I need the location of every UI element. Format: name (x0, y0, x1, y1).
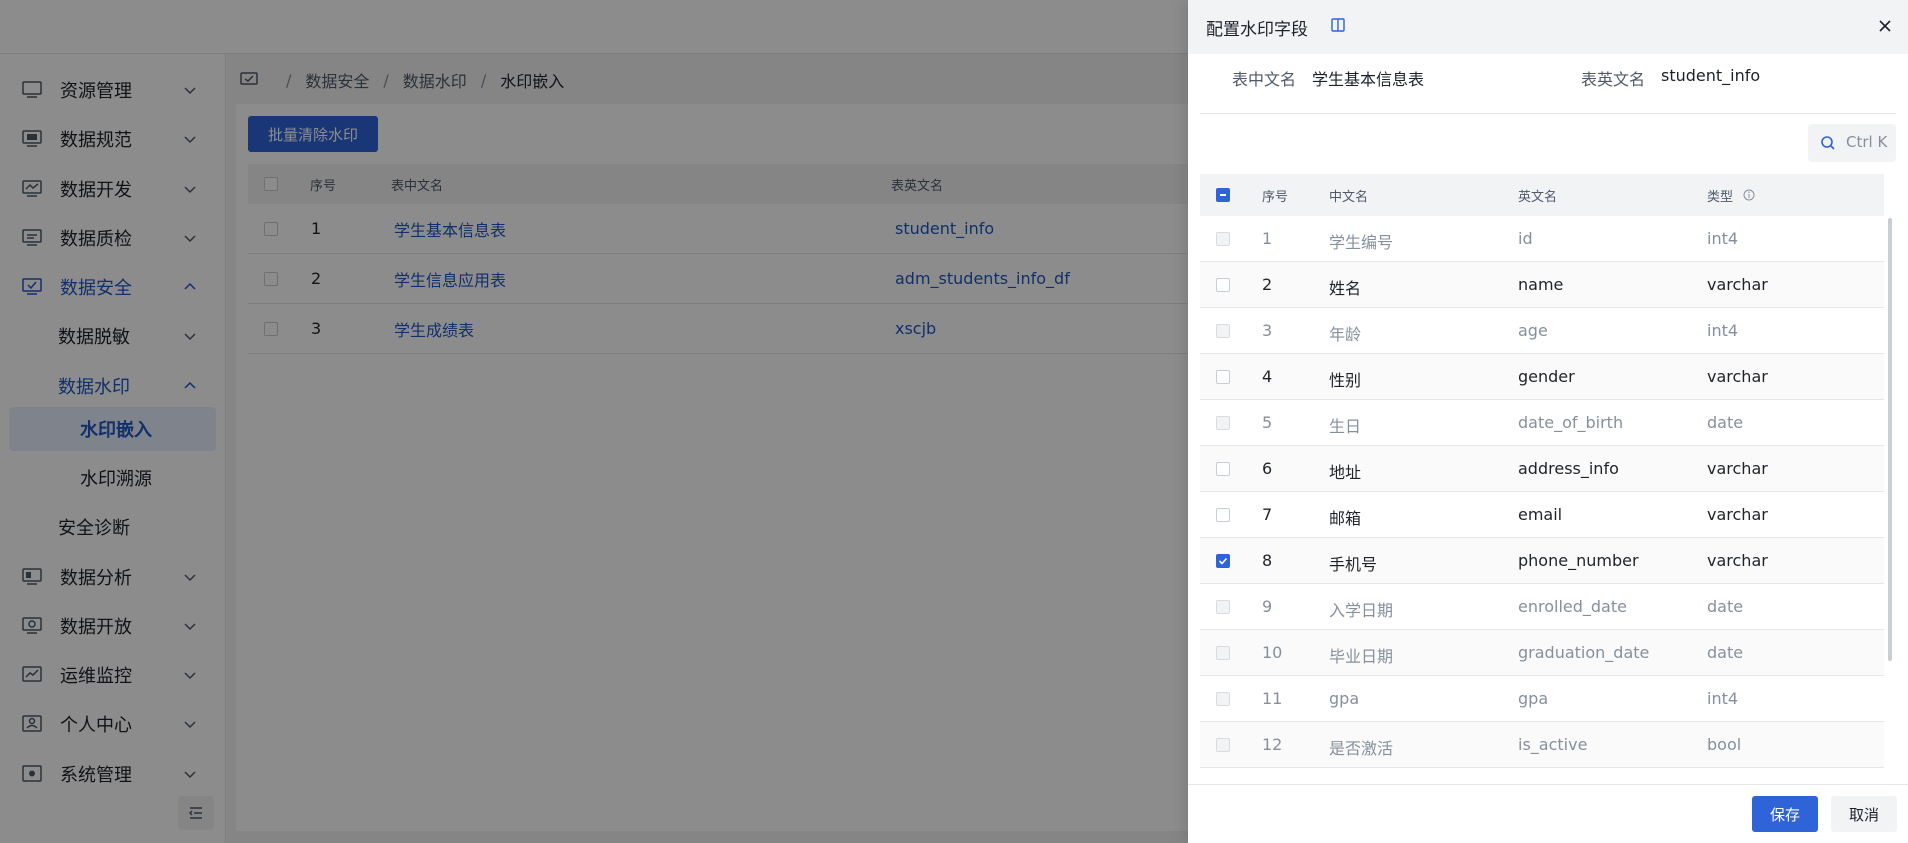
row-checkbox (1216, 646, 1230, 660)
field-en-name: address_info (1518, 459, 1619, 478)
field-cn-name: 姓名 (1329, 279, 1362, 298)
row-checkbox (1216, 232, 1230, 246)
row-checkbox (1216, 738, 1230, 752)
row-index: 11 (1262, 689, 1283, 708)
field-cn-name: 年龄 (1329, 325, 1362, 344)
row-index: 5 (1262, 413, 1273, 432)
table-row[interactable]: 2 姓名 name varchar (1200, 262, 1884, 308)
search-input[interactable]: Ctrl K (1808, 124, 1896, 162)
field-type: varchar (1707, 459, 1768, 478)
field-en-name: gpa (1518, 689, 1549, 708)
row-index: 3 (1262, 321, 1273, 340)
field-type: int4 (1707, 689, 1739, 708)
field-type: varchar (1707, 505, 1768, 524)
table-row[interactable]: 7 邮箱 email varchar (1200, 492, 1884, 538)
column-header: 中文名 (1329, 190, 1369, 205)
fields-table: 序号 中文名 英文名 类型 1 学生编号 id int4 2 姓名 name varchar 3… (1200, 174, 1884, 770)
config-watermark-fields-drawer: 配置水印字段 表中文名 学生基本信息表 表英文名 student_info Ct… (1188, 0, 1908, 843)
table-row[interactable]: 6 地址 address_info varchar (1200, 446, 1884, 492)
table-cn-label: 表中文名 (1232, 70, 1297, 89)
field-type: varchar (1707, 275, 1768, 294)
table-row: 1 学生编号 id int4 (1200, 216, 1884, 262)
field-type: varchar (1707, 367, 1768, 386)
table-cn-value: 学生基本信息表 (1312, 70, 1425, 89)
drawer-header: 配置水印字段 (1188, 0, 1908, 54)
row-index: 7 (1262, 505, 1273, 524)
field-type: int4 (1707, 321, 1739, 340)
field-en-name: graduation_date (1518, 643, 1650, 662)
table-header: 序号 中文名 英文名 类型 (1200, 174, 1884, 216)
table-row: 3 年龄 age int4 (1200, 308, 1884, 354)
field-en-name: gender (1518, 367, 1575, 386)
modal-overlay[interactable] (0, 0, 1188, 843)
scrollbar[interactable] (1888, 218, 1892, 661)
row-checkbox[interactable] (1216, 370, 1230, 384)
row-index: 10 (1262, 643, 1283, 662)
field-cn-name: 生日 (1329, 417, 1362, 436)
row-index: 2 (1262, 275, 1273, 294)
cancel-button[interactable]: 取消 (1831, 796, 1897, 832)
row-index: 8 (1262, 551, 1273, 570)
table-row: 12 是否激活 is_active bool (1200, 722, 1884, 768)
row-checkbox[interactable] (1216, 508, 1230, 522)
drawer-title: 配置水印字段 (1206, 20, 1308, 40)
field-cn-name: 地址 (1329, 463, 1362, 482)
table-row: 5 生日 date_of_birth date (1200, 400, 1884, 446)
table-en-value: student_info (1661, 66, 1761, 85)
field-type: date (1707, 597, 1744, 616)
row-index: 12 (1262, 735, 1283, 754)
column-header: 序号 (1262, 190, 1289, 205)
field-cn-name: 手机号 (1329, 555, 1378, 574)
divider (1200, 113, 1896, 114)
field-cn-name: 性别 (1329, 371, 1362, 390)
field-type: date (1707, 413, 1744, 432)
footer-divider (1188, 784, 1908, 785)
check-icon (1218, 557, 1228, 565)
field-cn-name: gpa (1329, 689, 1360, 708)
field-cn-name: 是否激活 (1329, 739, 1394, 758)
field-en-name: date_of_birth (1518, 413, 1624, 432)
search-icon (1821, 136, 1835, 150)
row-index: 1 (1262, 229, 1273, 248)
field-type: bool (1707, 735, 1742, 754)
field-en-name: enrolled_date (1518, 597, 1627, 616)
info-icon[interactable] (1743, 189, 1755, 201)
field-en-name: id (1518, 229, 1533, 248)
field-en-name: email (1518, 505, 1563, 524)
book-icon[interactable] (1330, 17, 1346, 33)
table-row: 9 入学日期 enrolled_date date (1200, 584, 1884, 630)
field-type: date (1707, 643, 1744, 662)
field-cn-name: 学生编号 (1329, 233, 1394, 252)
row-checkbox[interactable] (1216, 462, 1230, 476)
row-checkbox[interactable] (1216, 554, 1230, 568)
field-en-name: age (1518, 321, 1548, 340)
row-index: 4 (1262, 367, 1273, 386)
field-en-name: name (1518, 275, 1564, 294)
close-icon[interactable] (1876, 17, 1894, 35)
search-shortcut-hint: Ctrl K (1846, 133, 1888, 151)
table-en-label: 表英文名 (1581, 70, 1646, 89)
select-all-checkbox[interactable] (1216, 188, 1230, 202)
field-en-name: is_active (1518, 735, 1588, 754)
column-header: 类型 (1707, 190, 1734, 205)
field-cn-name: 毕业日期 (1329, 647, 1394, 666)
table-row: 10 毕业日期 graduation_date date (1200, 630, 1884, 676)
column-header: 英文名 (1518, 190, 1558, 205)
row-checkbox[interactable] (1216, 278, 1230, 292)
save-button[interactable]: 保存 (1752, 796, 1818, 832)
row-checkbox (1216, 600, 1230, 614)
field-type: int4 (1707, 229, 1739, 248)
field-cn-name: 入学日期 (1329, 601, 1394, 620)
table-row[interactable]: 8 手机号 phone_number varchar (1200, 538, 1884, 584)
row-checkbox (1216, 692, 1230, 706)
table-row: 11 gpa gpa int4 (1200, 676, 1884, 722)
row-index: 9 (1262, 597, 1273, 616)
table-row[interactable]: 4 性别 gender varchar (1200, 354, 1884, 400)
field-cn-name: 邮箱 (1329, 509, 1362, 528)
row-index: 6 (1262, 459, 1273, 478)
field-type: varchar (1707, 551, 1768, 570)
row-checkbox (1216, 416, 1230, 430)
field-en-name: phone_number (1518, 551, 1639, 570)
row-checkbox (1216, 324, 1230, 338)
